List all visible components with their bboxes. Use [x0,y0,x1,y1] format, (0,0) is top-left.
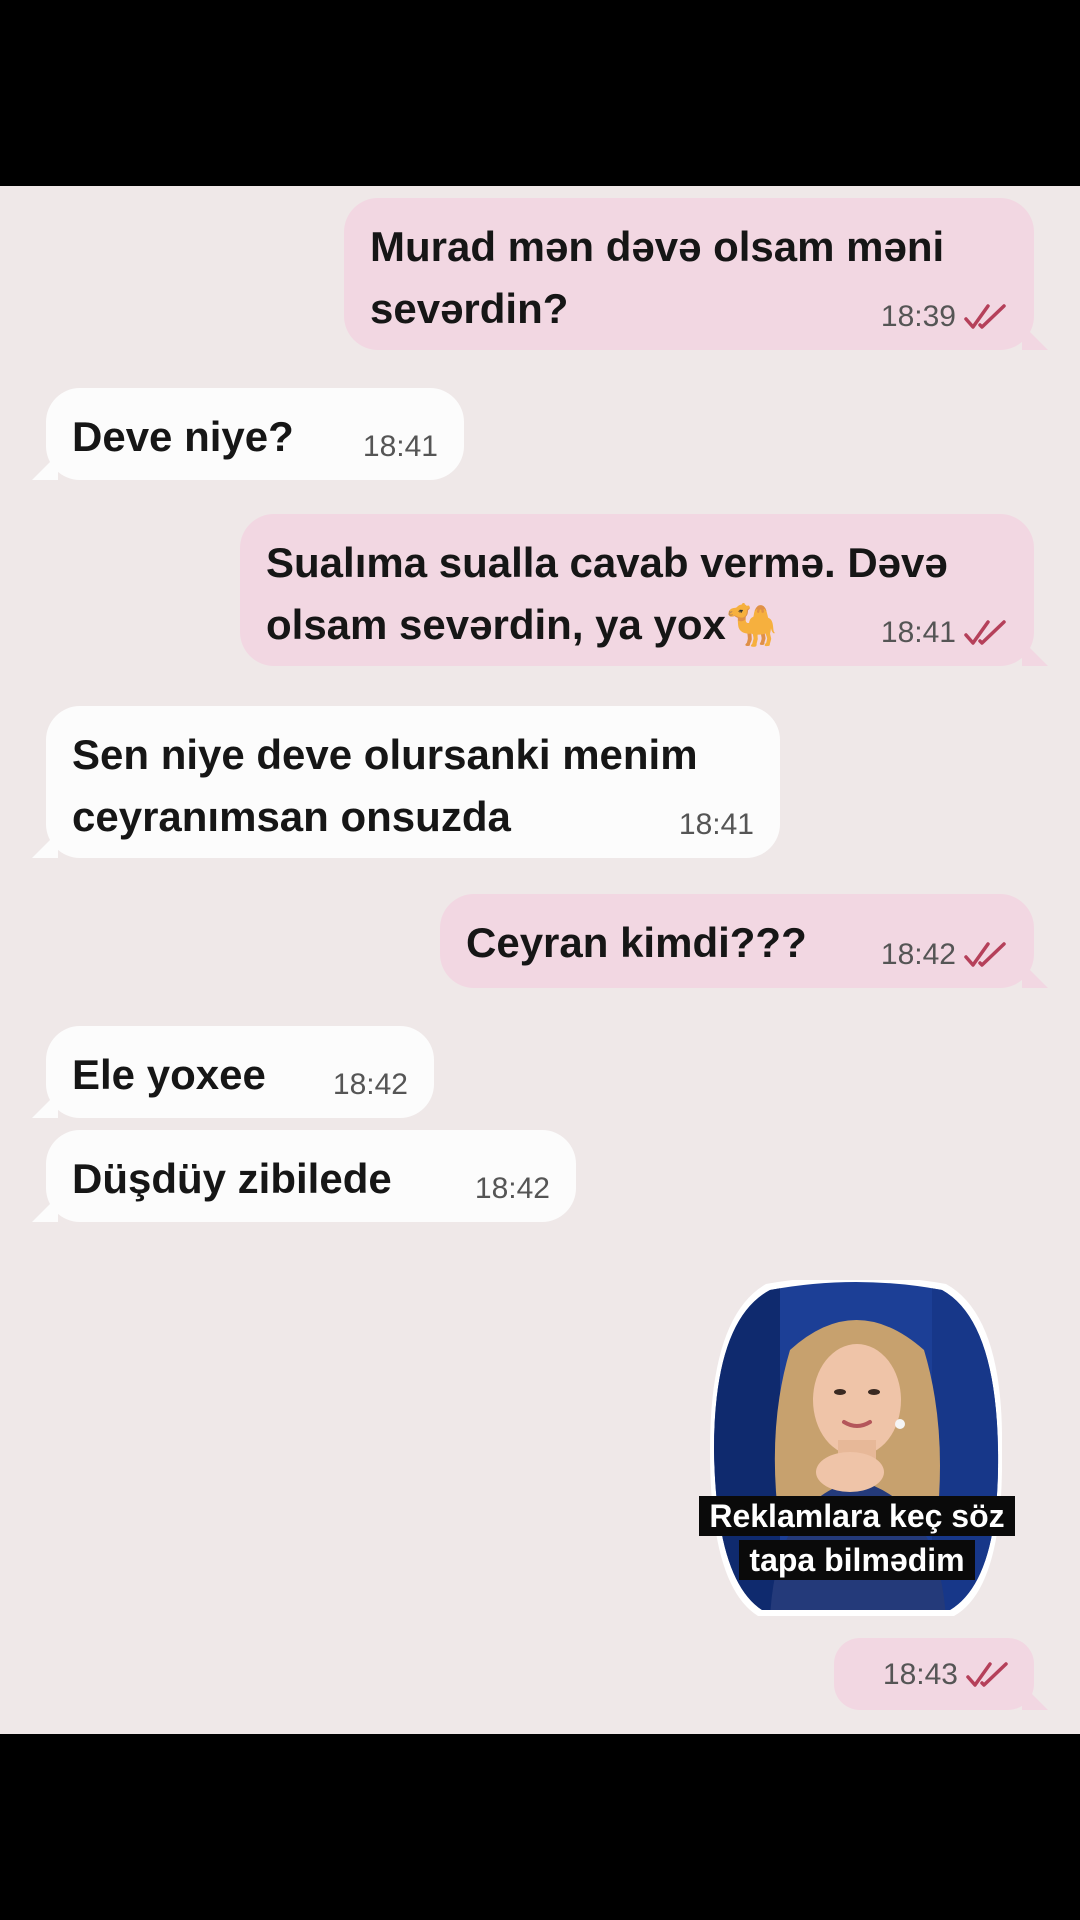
message-meta: 18:41 [679,808,754,842]
incoming-message[interactable]: Deve niye? 18:41 [32,388,464,480]
message-meta: 18:43 [883,1658,1010,1692]
double-check-icon [964,304,1006,329]
sticker-caption-text: Reklamlara keç söz tapa bilmədim [699,1496,1015,1580]
message-meta: 18:42 [881,938,1008,972]
double-check-icon [964,620,1006,645]
outgoing-message[interactable]: Sualıma sualla cavab vermə. Dəvə olsam s… [240,514,1048,666]
message-time: 18:41 [362,430,438,463]
incoming-message[interactable]: Sen niye deve olursanki menim ceyranımsa… [32,706,780,858]
message-meta: 18:41 [363,430,438,464]
double-check-icon [966,1662,1008,1687]
message-time: 18:41 [880,616,956,649]
message-time: 18:41 [678,808,754,841]
message-time: 18:42 [332,1068,408,1101]
screen: Murad mən dəvə olsam məni sevərdin? 18:3… [0,0,1080,1920]
message-time: 18:39 [880,300,956,333]
incoming-message[interactable]: Ele yoxee 18:42 [32,1026,434,1118]
message-meta: 18:42 [333,1068,408,1102]
outgoing-message[interactable]: Murad mən dəvə olsam məni sevərdin? 18:3… [344,198,1048,350]
message-meta: 18:41 [881,616,1008,650]
double-check-icon [964,942,1006,967]
message-time: 18:42 [880,938,956,971]
message-meta: 18:39 [881,300,1008,334]
incoming-message[interactable]: Düşdüy zibilede 18:42 [32,1130,576,1222]
outgoing-message[interactable]: Ceyran kimdi??? 18:42 [440,894,1048,988]
message-text: Sen niye deve olursanki menim ceyranımsa… [72,731,698,840]
sticker-time-badge: 18:43 [834,1638,1048,1710]
message-time: 18:42 [474,1172,550,1205]
message-meta: 18:42 [475,1172,550,1206]
chat-area[interactable]: Murad mən dəvə olsam məni sevərdin? 18:3… [0,186,1080,1734]
sticker-caption: Reklamlara keç söz tapa bilmədim [675,1494,1039,1582]
message-time: 18:43 [882,1658,958,1691]
